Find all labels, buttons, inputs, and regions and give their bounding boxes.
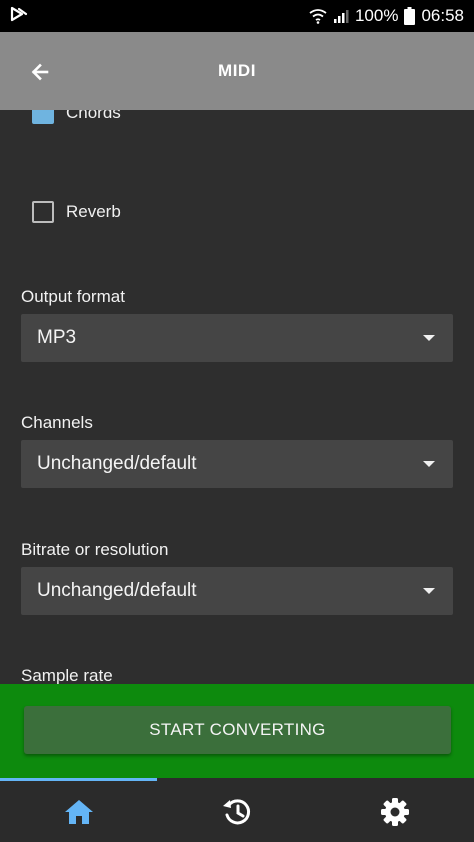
home-icon bbox=[65, 799, 93, 824]
history-icon bbox=[223, 798, 251, 824]
battery-icon bbox=[404, 7, 416, 25]
dropdown-arrow-icon bbox=[423, 461, 435, 467]
battery-percent: 100% bbox=[354, 6, 399, 25]
bitrate-value: Unchanged/default bbox=[37, 580, 197, 601]
channels-label: Channels bbox=[21, 413, 93, 432]
page-title: MIDI bbox=[218, 61, 256, 80]
nav-settings[interactable] bbox=[316, 781, 474, 842]
app-notification-icon bbox=[10, 6, 30, 27]
output-format-label: Output format bbox=[21, 287, 125, 306]
chords-label: Chords bbox=[66, 110, 121, 122]
chords-checkbox[interactable] bbox=[32, 110, 54, 124]
status-bar-right: 100% 06:58 bbox=[309, 6, 464, 26]
bottom-navigation bbox=[0, 778, 474, 842]
settings-content[interactable]: Chords Reverb Output format MP3 Channels… bbox=[0, 110, 474, 684]
settings-icon bbox=[381, 797, 409, 826]
status-bar: 100% 06:58 bbox=[0, 0, 474, 32]
channels-select[interactable]: Unchanged/default bbox=[21, 440, 453, 488]
bitrate-label: Bitrate or resolution bbox=[21, 540, 169, 559]
clock: 06:58 bbox=[421, 6, 464, 25]
start-converting-button[interactable]: START CONVERTING bbox=[24, 706, 451, 754]
reverb-option[interactable]: Reverb bbox=[32, 199, 121, 225]
output-format-value: MP3 bbox=[37, 327, 77, 348]
nav-history[interactable] bbox=[158, 781, 316, 842]
bitrate-select[interactable]: Unchanged/default bbox=[21, 567, 453, 615]
arrow-left-icon bbox=[31, 63, 49, 81]
convert-panel: START CONVERTING bbox=[0, 684, 474, 778]
status-bar-left bbox=[10, 6, 30, 27]
app-bar: MIDI bbox=[0, 32, 474, 110]
chords-option[interactable]: Chords bbox=[32, 110, 121, 126]
channels-value: Unchanged/default bbox=[37, 453, 197, 474]
signal-icon bbox=[333, 8, 349, 24]
sample-rate-label: Sample rate bbox=[21, 666, 113, 684]
dropdown-arrow-icon bbox=[423, 335, 435, 341]
reverb-label: Reverb bbox=[66, 202, 121, 221]
reverb-checkbox[interactable] bbox=[32, 201, 54, 223]
output-format-select[interactable]: MP3 bbox=[21, 314, 453, 362]
dropdown-arrow-icon bbox=[423, 588, 435, 594]
back-button[interactable] bbox=[24, 56, 56, 88]
nav-home[interactable] bbox=[0, 781, 158, 842]
wifi-icon bbox=[309, 8, 327, 24]
